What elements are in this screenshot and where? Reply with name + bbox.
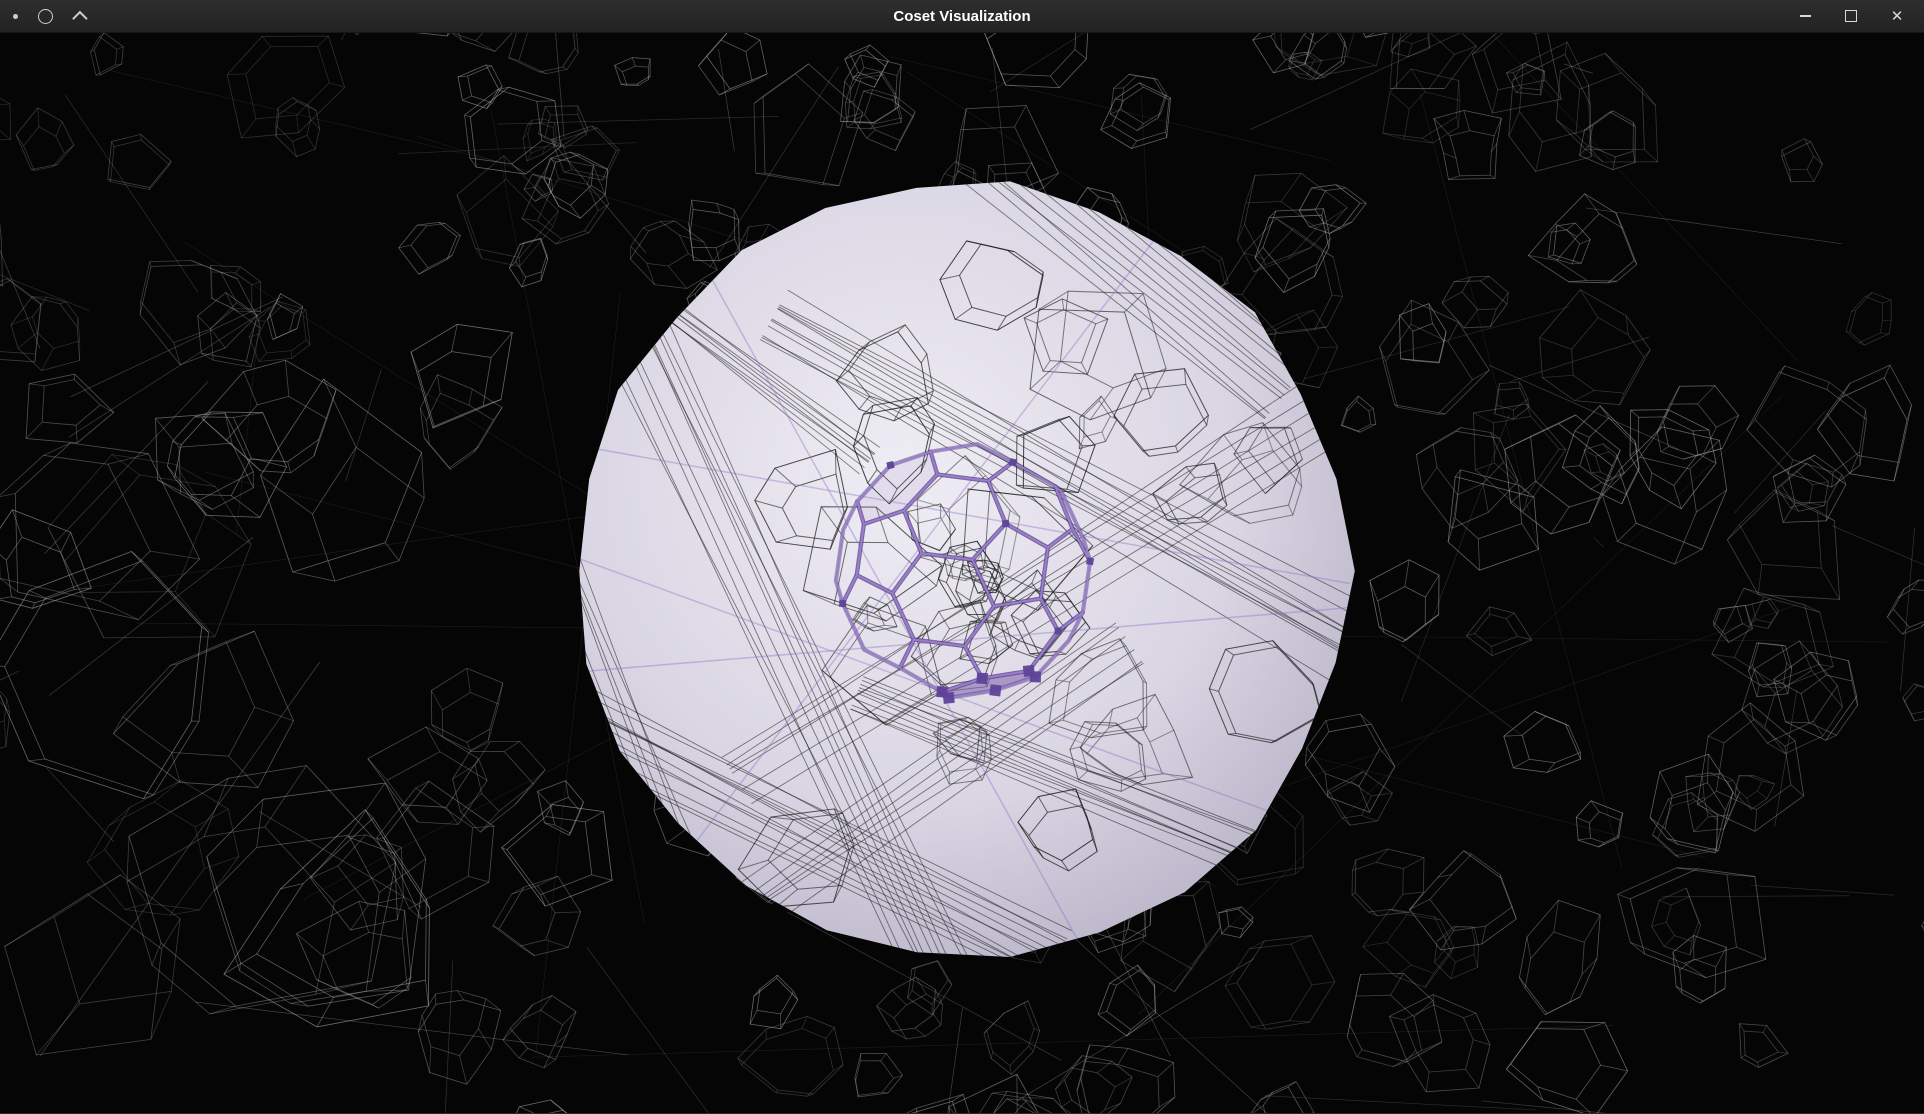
status-dot-icon [13, 14, 18, 19]
minimize-icon [1800, 15, 1811, 17]
window-controls: ✕ [1796, 7, 1924, 25]
maximize-button[interactable] [1842, 7, 1860, 25]
window-title: Coset Visualization [0, 8, 1924, 25]
titlebar-left-icons [0, 9, 84, 24]
scene-svg [0, 33, 1924, 1113]
viewport[interactable] [0, 33, 1924, 1113]
close-button[interactable]: ✕ [1888, 7, 1906, 25]
maximize-icon [1845, 10, 1857, 22]
chevron-up-icon[interactable] [72, 10, 88, 26]
circle-icon[interactable] [38, 9, 53, 24]
minimize-button[interactable] [1796, 7, 1814, 25]
titlebar: Coset Visualization ✕ [0, 0, 1924, 33]
app-window: Coset Visualization ✕ [0, 0, 1924, 1114]
